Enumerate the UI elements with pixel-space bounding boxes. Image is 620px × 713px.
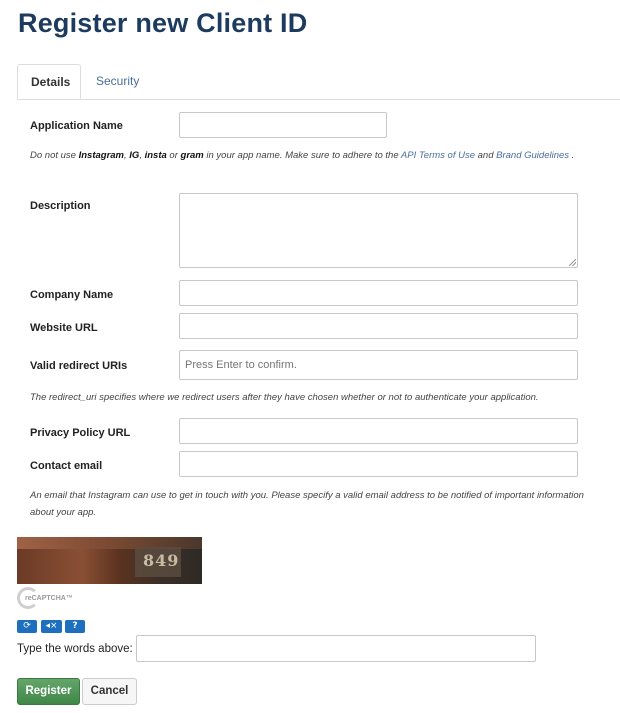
captcha-response-input[interactable] (136, 635, 536, 662)
website-url-input[interactable] (179, 313, 578, 339)
tab-security[interactable]: Security (83, 64, 152, 98)
website-url-label: Website URL (30, 322, 98, 334)
captcha-refresh-button[interactable]: ⟳ (17, 620, 37, 633)
privacy-policy-url-input[interactable] (179, 418, 578, 444)
captcha-help-button[interactable]: ? (65, 620, 85, 633)
tab-details[interactable]: Details (17, 64, 81, 99)
description-textarea[interactable] (179, 193, 578, 268)
captcha-prompt-label: Type the words above: (17, 643, 133, 655)
application-name-help: Do not use Instagram, IG, insta or gram … (30, 150, 575, 161)
description-label: Description (30, 200, 91, 212)
redirect-uris-input[interactable] (179, 350, 578, 380)
application-name-label: Application Name (30, 120, 123, 132)
contact-email-help: An email that Instagram can use to get i… (30, 490, 584, 518)
page-title: Register new Client ID (18, 8, 308, 38)
textarea-resize-handle[interactable] (569, 259, 576, 266)
captcha-image-text: 849 (143, 551, 180, 570)
recaptcha-logo: reCAPTCHA™ (17, 587, 87, 613)
cancel-button[interactable]: Cancel (82, 678, 137, 705)
captcha-image: 849 (17, 537, 202, 584)
tab-bar: Details Security (17, 64, 620, 100)
application-name-input[interactable] (179, 112, 387, 138)
company-name-input[interactable] (179, 280, 578, 306)
contact-email-label: Contact email (30, 460, 103, 472)
brand-guidelines-link[interactable]: Brand Guidelines (496, 150, 569, 161)
privacy-policy-url-label: Privacy Policy URL (30, 427, 131, 439)
contact-email-input[interactable] (179, 451, 578, 477)
company-name-label: Company Name (30, 289, 114, 301)
redirect-uris-label: Valid redirect URIs (30, 360, 128, 372)
recaptcha-logo-text: reCAPTCHA™ (25, 595, 73, 602)
redirect-uri-help: The redirect_uri specifies where we redi… (30, 392, 539, 403)
captcha-audio-button[interactable]: ◂× (41, 620, 62, 633)
register-button[interactable]: Register (17, 678, 80, 705)
api-terms-link[interactable]: API Terms of Use (401, 150, 475, 161)
